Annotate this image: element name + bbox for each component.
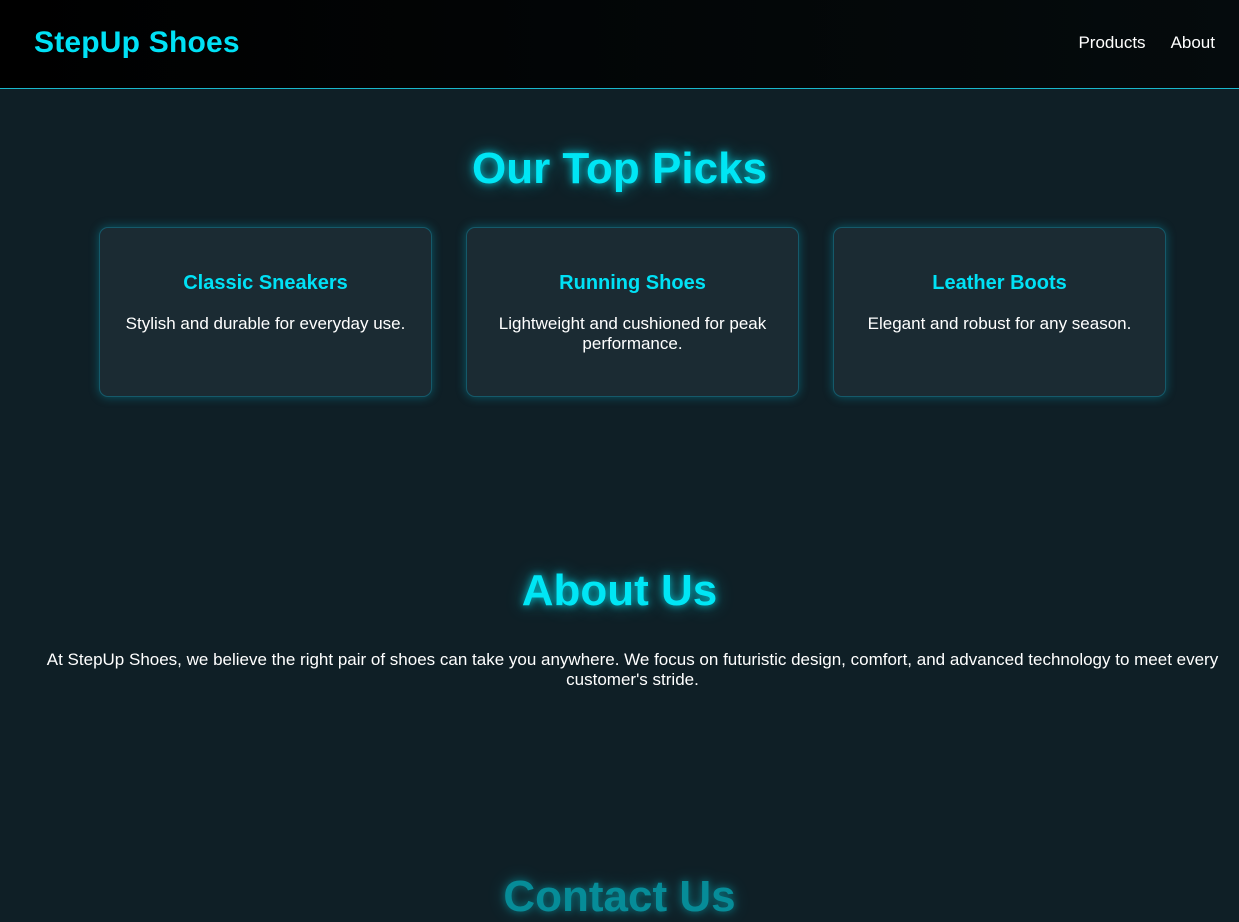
- contact-heading: Contact Us: [503, 872, 736, 921]
- product-card-description: Elegant and robust for any season.: [867, 314, 1132, 333]
- product-cards: Classic Sneakers Stylish and durable for…: [99, 227, 1166, 397]
- product-card-leather-boots[interactable]: Leather Boots Elegant and robust for any…: [833, 227, 1166, 397]
- product-card-title: Classic Sneakers: [183, 272, 348, 294]
- product-card-classic-sneakers[interactable]: Classic Sneakers Stylish and durable for…: [99, 227, 432, 397]
- product-card-title: Running Shoes: [559, 272, 706, 294]
- about-heading: About Us: [521, 566, 718, 615]
- site-header: StepUp Shoes Products About: [0, 0, 1239, 89]
- product-card-description: Stylish and durable for everyday use.: [125, 314, 406, 333]
- product-card-running-shoes[interactable]: Running Shoes Lightweight and cushioned …: [466, 227, 799, 397]
- product-card-title: Leather Boots: [932, 272, 1067, 294]
- main-nav: Products About: [1078, 33, 1215, 53]
- nav-link-products[interactable]: Products: [1078, 33, 1145, 53]
- site-logo[interactable]: StepUp Shoes: [34, 26, 240, 60]
- nav-link-about[interactable]: About: [1171, 33, 1215, 53]
- about-text: At StepUp Shoes, we believe the right pa…: [46, 650, 1219, 689]
- top-picks-heading: Our Top Picks: [471, 144, 768, 193]
- product-card-description: Lightweight and cushioned for peak perfo…: [498, 314, 767, 353]
